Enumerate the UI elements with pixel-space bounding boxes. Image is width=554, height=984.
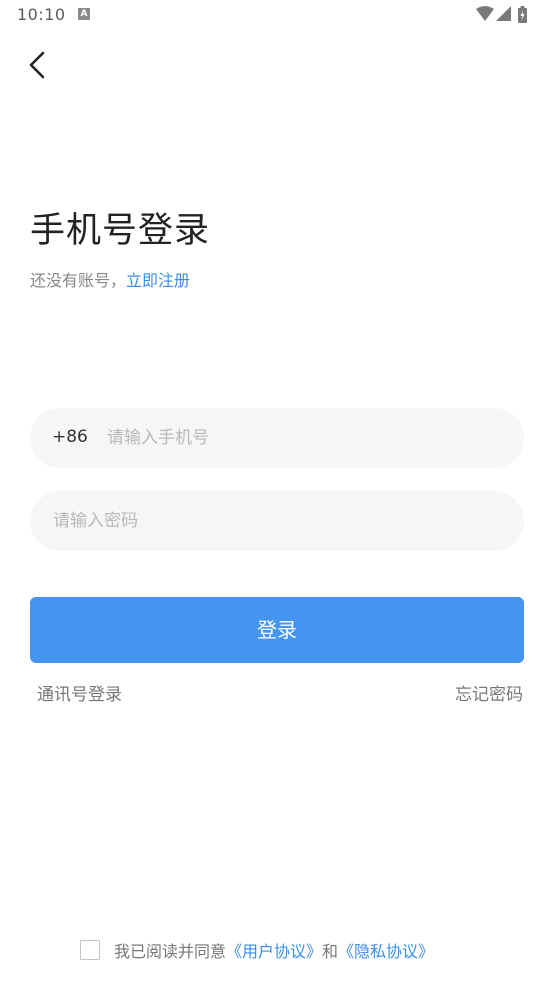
wifi-icon	[476, 6, 494, 21]
user-agreement-link[interactable]: 《用户协议》	[226, 942, 322, 961]
a-icon: A	[78, 8, 90, 20]
page-title: 手机号登录	[30, 211, 211, 251]
status-time: 10:10	[17, 5, 66, 24]
signal-icon	[496, 6, 511, 21]
agreement-prefix: 我已阅读并同意	[114, 942, 227, 961]
register-link[interactable]: 立即注册	[126, 271, 190, 290]
chevron-left-icon	[29, 51, 45, 79]
register-prompt: 还没有账号，立即注册	[30, 267, 190, 291]
login-button[interactable]: 登录	[30, 597, 524, 663]
agreement: 我已阅读并同意《用户协议》和《隐私协议》	[80, 938, 434, 962]
privacy-policy-link[interactable]: 《隐私协议》	[338, 942, 434, 961]
phone-field: +86	[30, 408, 524, 468]
password-input[interactable]	[53, 491, 493, 551]
battery-icon	[518, 6, 527, 23]
forgot-password-link[interactable]: 忘记密码	[455, 680, 523, 705]
phone-input[interactable]	[107, 408, 497, 468]
agree-checkbox[interactable]	[80, 940, 100, 960]
password-field	[30, 491, 524, 551]
alt-login-link[interactable]: 通讯号登录	[37, 680, 122, 705]
register-prompt-text: 还没有账号，	[30, 271, 127, 290]
country-code[interactable]: +86	[52, 427, 88, 447]
agreement-and: 和	[322, 942, 339, 961]
status-bar: 10:10 A	[0, 0, 554, 30]
back-button[interactable]	[22, 48, 56, 82]
